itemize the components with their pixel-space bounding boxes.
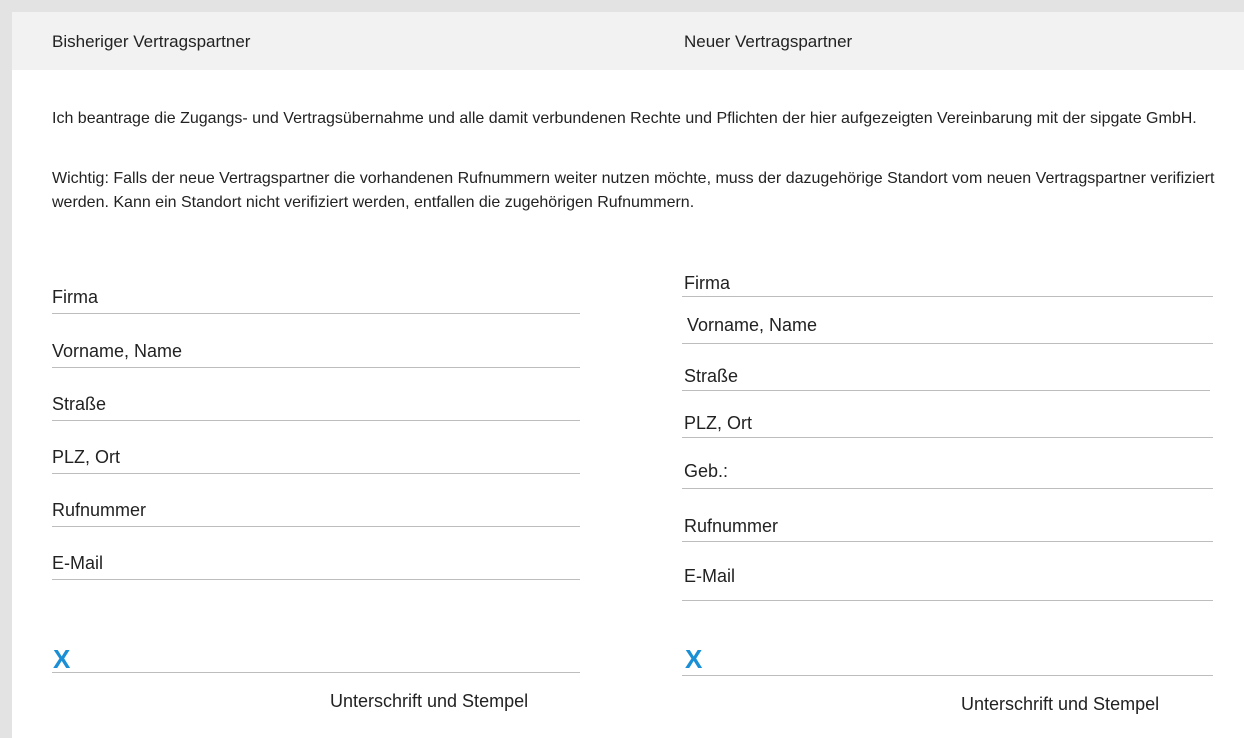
right-signature-caption: Unterschrift und Stempel [961,694,1160,714]
left-field-email-label: E-Mail [52,553,104,573]
left-field-name-input[interactable] [52,367,580,368]
right-field-phone-input[interactable] [682,541,1213,542]
right-field-street-label: Straße [684,366,739,386]
left-column-title: Bisheriger Vertragspartner [52,32,251,51]
frame-top [0,0,1244,12]
left-field-city-input[interactable] [52,473,580,474]
left-field-phone-label: Rufnummer [52,500,147,520]
right-field-firma-label: Firma [684,273,730,293]
frame-left [0,0,12,738]
right-field-city-input[interactable] [682,437,1213,438]
right-field-email-input[interactable] [682,600,1213,601]
right-field-birthdate-label: Geb.: [684,461,729,481]
left-field-street-label: Straße [52,394,107,414]
left-field-phone-input[interactable] [52,526,580,527]
left-field-firma-label: Firma [52,287,98,307]
column-header-bar: Bisheriger Vertragspartner Neuer Vertrag… [12,12,1244,70]
intro-paragraph-2: Wichtig: Falls der neue Vertragspartner … [52,170,1215,211]
left-field-email-input[interactable] [52,579,580,580]
right-field-name-label: Vorname, Name [687,315,818,335]
right-column-title: Neuer Vertragspartner [684,32,853,51]
left-field-city-label: PLZ, Ort [52,447,121,467]
right-field-firma-input[interactable] [682,296,1213,297]
right-signature-field[interactable] [682,675,1213,676]
left-field-name-label: Vorname, Name [52,341,183,361]
right-field-birthdate-input[interactable] [682,488,1213,489]
left-field-firma-input[interactable] [52,313,580,314]
left-signature-caption: Unterschrift und Stempel [330,691,529,711]
right-field-street-input[interactable] [682,390,1210,391]
intro-paragraph-1: Ich beantrage die Zugangs- und Vertragsü… [52,110,1197,127]
left-field-street-input[interactable] [52,420,580,421]
left-signature-mark-icon: X [53,644,71,674]
right-signature-mark-icon: X [685,644,703,674]
right-field-city-label: PLZ, Ort [684,413,753,433]
left-signature-field[interactable] [52,672,580,673]
right-field-phone-label: Rufnummer [684,516,779,536]
right-field-name-input[interactable] [682,343,1213,344]
right-field-email-label: E-Mail [684,566,736,586]
